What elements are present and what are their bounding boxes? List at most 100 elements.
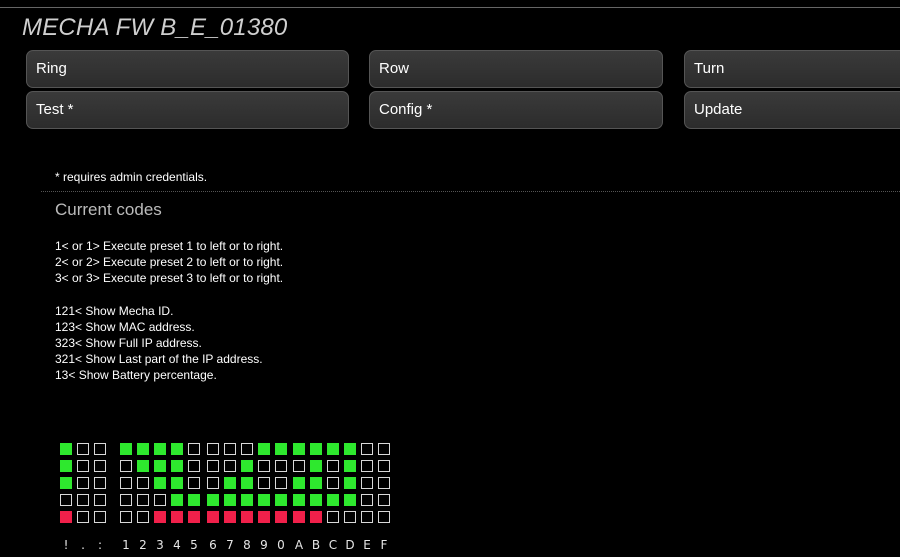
led-cell <box>120 511 132 523</box>
led-cell <box>171 494 183 506</box>
led-cell <box>275 511 287 523</box>
led-cell <box>94 494 106 506</box>
led-cell <box>137 494 149 506</box>
led-cell <box>137 511 149 523</box>
led-cell <box>310 477 322 489</box>
led-column-label: A <box>294 538 304 552</box>
led-column-label: 2 <box>139 538 147 552</box>
led-cell <box>171 443 183 455</box>
led-column-label: D <box>345 538 355 552</box>
led-cell <box>344 460 356 472</box>
led-cell <box>154 511 166 523</box>
led-column-label: 5 <box>190 538 198 552</box>
led-cell <box>224 460 236 472</box>
led-cell <box>310 511 322 523</box>
led-cell <box>241 460 253 472</box>
config-button[interactable]: Config * <box>369 91 663 129</box>
led-cell <box>275 460 287 472</box>
led-cell <box>327 477 339 489</box>
led-cell <box>327 511 339 523</box>
led-cell <box>293 494 305 506</box>
led-cell <box>258 477 270 489</box>
led-cell <box>275 477 287 489</box>
led-column-label: 1 <box>122 538 130 552</box>
code-line: 2< or 2> Execute preset 2 to left or to … <box>55 255 284 269</box>
section-heading: Current codes <box>55 200 162 219</box>
led-cell <box>77 460 89 472</box>
led-cell <box>120 494 132 506</box>
led-cell <box>60 460 72 472</box>
led-column-label: 4 <box>173 538 181 552</box>
led-column-label: ! <box>63 538 69 552</box>
led-cell <box>154 494 166 506</box>
led-column-label: 9 <box>260 538 268 552</box>
code-line: 3< or 3> Execute preset 3 to left or to … <box>55 271 284 285</box>
led-cell <box>207 443 219 455</box>
led-cell <box>224 443 236 455</box>
led-cell <box>137 477 149 489</box>
led-cell <box>154 443 166 455</box>
led-cell <box>344 477 356 489</box>
led-cell <box>77 511 89 523</box>
led-cell <box>293 477 305 489</box>
led-cell <box>361 443 373 455</box>
led-cell <box>224 494 236 506</box>
led-cell <box>310 443 322 455</box>
led-cell <box>327 494 339 506</box>
led-cell <box>378 477 390 489</box>
turn-button[interactable]: Turn <box>684 50 900 88</box>
led-cell <box>378 443 390 455</box>
led-cell <box>241 511 253 523</box>
led-column-label: 3 <box>156 538 164 552</box>
led-column-label: E <box>363 538 371 552</box>
led-cell <box>154 460 166 472</box>
led-cell <box>344 511 356 523</box>
led-column-label: 6 <box>209 538 217 552</box>
led-cell <box>275 443 287 455</box>
led-cell <box>60 477 72 489</box>
update-button[interactable]: Update <box>684 91 900 129</box>
test-button[interactable]: Test * <box>26 91 349 129</box>
led-cell <box>344 443 356 455</box>
led-cell <box>188 443 200 455</box>
code-line: 123< Show MAC address. <box>55 320 195 334</box>
code-line: 1< or 1> Execute preset 1 to left or to … <box>55 239 284 253</box>
led-cell <box>327 443 339 455</box>
led-cell <box>258 460 270 472</box>
led-cell <box>293 460 305 472</box>
led-cell <box>188 494 200 506</box>
led-cell <box>188 460 200 472</box>
led-cell <box>154 477 166 489</box>
led-column-label: . <box>81 538 85 552</box>
led-cell <box>378 511 390 523</box>
divider <box>41 191 900 192</box>
led-cell <box>275 494 287 506</box>
row-button[interactable]: Row <box>369 50 663 88</box>
led-cell <box>224 511 236 523</box>
led-cell <box>120 460 132 472</box>
led-cell <box>361 511 373 523</box>
led-column-label: : <box>97 538 103 552</box>
led-cell <box>378 460 390 472</box>
led-cell <box>258 443 270 455</box>
led-cell <box>120 477 132 489</box>
led-cell <box>77 443 89 455</box>
led-cell <box>137 443 149 455</box>
led-cell <box>207 460 219 472</box>
led-cell <box>94 511 106 523</box>
ring-button[interactable]: Ring <box>26 50 349 88</box>
led-column-label: F <box>380 538 388 552</box>
led-cell <box>60 511 72 523</box>
led-cell <box>293 443 305 455</box>
led-cell <box>310 460 322 472</box>
led-cell <box>293 511 305 523</box>
led-cell <box>258 494 270 506</box>
code-line: 13< Show Battery percentage. <box>55 368 217 382</box>
led-cell <box>310 494 322 506</box>
led-cell <box>327 460 339 472</box>
codes-list: 1< or 1> Execute preset 1 to left or to … <box>55 238 283 383</box>
led-cell <box>361 494 373 506</box>
led-cell <box>258 511 270 523</box>
led-column-label: 8 <box>243 538 251 552</box>
led-cell <box>207 511 219 523</box>
